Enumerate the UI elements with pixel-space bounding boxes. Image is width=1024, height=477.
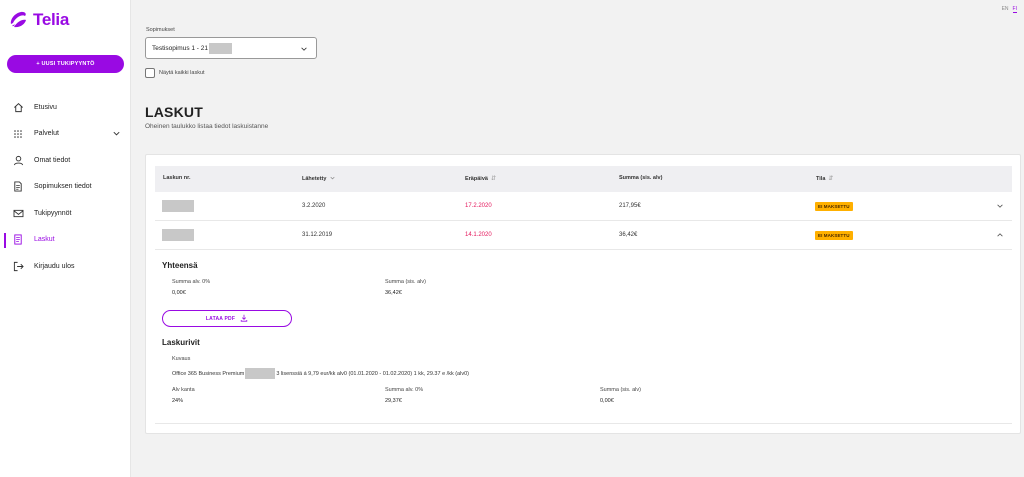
invoice-icon [12, 234, 24, 246]
show-all-invoices-row: Näytä kaikki laskut [145, 68, 205, 78]
sidebar-item-tukipyynnot[interactable]: Tukipyynnöt [0, 200, 131, 227]
header-invoice-number: Laskun nr. [163, 175, 191, 181]
chevron-down-icon[interactable] [112, 129, 121, 140]
contract-selected-value: Testisopimus 1 - 21 [152, 44, 208, 52]
sidebar-item-label: Etusivu [34, 103, 57, 111]
table-header: Laskun nr. Lähetetty Eräpäivä ⇵ Summa (s… [155, 166, 1012, 192]
invoice-lines-title: Laskurivit [162, 338, 200, 347]
page-subtitle: Oheinen taulukko listaa tiedot laskuista… [145, 123, 269, 130]
show-all-invoices-label[interactable]: Näytä kaikki laskut [159, 70, 205, 76]
contract-label: Sopimukset [146, 27, 175, 33]
vat-rate-label: Alv kanta [172, 387, 195, 393]
contract-select[interactable]: Testisopimus 1 - 21 [145, 37, 317, 59]
invoice-card: Laskun nr. Lähetetty Eräpäivä ⇵ Summa (s… [145, 154, 1021, 434]
grid-icon [12, 128, 24, 140]
sidebar-item-label: Sopimuksen tiedot [34, 183, 92, 191]
sidebar-item-etusivu[interactable]: Etusivu [0, 94, 131, 121]
telia-logo[interactable]: Telia [8, 10, 69, 30]
sidebar-item-palvelut[interactable]: Palvelut [0, 121, 131, 148]
document-icon [12, 181, 24, 193]
header-status[interactable]: Tila ⇵ [816, 175, 834, 183]
sidebar-item-label: Kirjaudu ulos [34, 262, 75, 270]
user-icon [12, 154, 24, 166]
redacted-block [209, 42, 232, 54]
cell-sent: 3.2.2020 [302, 203, 326, 209]
sidebar: Telia + UUSI TUKIPYYNTÖ Etusivu Palvelut [0, 0, 131, 477]
cell-due-date: 14.1.2020 [465, 232, 492, 238]
download-icon [240, 314, 248, 324]
total-section-title: Yhteensä [162, 261, 198, 270]
table-row[interactable]: 3.2.2020 17.2.2020 217,95€ EI MAKSETTU [155, 192, 1012, 221]
header-due-date[interactable]: Eräpäivä ⇵ [465, 175, 496, 183]
sum-incl-value: 36,42€ [385, 290, 402, 296]
line-sum-vat0-value: 29,37€ [385, 398, 402, 404]
sort-icon: ⇵ [490, 176, 496, 182]
divider [155, 423, 1012, 424]
header-sum: Summa (sis. alv) [619, 175, 663, 181]
language-switcher: EN FI [1002, 6, 1017, 13]
cell-sent: 31.12.2019 [302, 232, 333, 238]
download-pdf-button[interactable]: LATAA PDF [162, 310, 292, 327]
download-pdf-label: LATAA PDF [205, 315, 236, 322]
redacted-invoice-number [162, 229, 194, 241]
redacted-block [245, 368, 276, 379]
chevron-down-icon [300, 45, 308, 55]
sidebar-item-label: Laskut [34, 236, 55, 244]
brand-name: Telia [33, 10, 69, 29]
header-sent[interactable]: Lähetetty [302, 175, 336, 183]
description-label: Kuvaus [172, 356, 191, 362]
status-badge: EI MAKSETTU [815, 202, 853, 211]
table-row[interactable]: 31.12.2019 14.1.2020 36,42€ EI MAKSETTU [155, 221, 1012, 250]
description-suffix: 3 lisenssiä á 9,79 eur/kk alv0 (01.01.20… [276, 370, 469, 377]
sum-vat0-value: 0,00€ [172, 290, 186, 296]
description-prefix: Office 365 Business Premium [172, 370, 245, 377]
sort-icon: ⇵ [828, 176, 834, 182]
description-value: Office 365 Business Premium 3 lisenssiä … [172, 368, 469, 379]
redacted-invoice-number [162, 200, 194, 212]
sidebar-item-omat-tiedot[interactable]: Omat tiedot [0, 147, 131, 174]
lang-fi[interactable]: FI [1012, 6, 1017, 13]
new-ticket-button[interactable]: + UUSI TUKIPYYNTÖ [7, 55, 124, 73]
sidebar-nav: Etusivu Palvelut Omat tiedot Sopimuksen … [0, 94, 131, 280]
sidebar-item-label: Omat tiedot [34, 156, 71, 164]
cell-sum: 217,95€ [619, 203, 641, 209]
sum-vat0-label: Summa alv. 0% [172, 279, 211, 285]
chevron-up-icon[interactable] [996, 231, 1004, 241]
mail-icon [12, 207, 24, 219]
logout-icon [12, 260, 24, 272]
cell-due-date: 17.2.2020 [465, 203, 492, 209]
line-sum-incl-value: 0,00€ [600, 398, 614, 404]
telia-logo-icon [8, 10, 28, 30]
sidebar-item-label: Palvelut [34, 130, 59, 138]
show-all-invoices-checkbox[interactable] [145, 68, 155, 78]
sidebar-item-laskut[interactable]: Laskut [0, 227, 131, 254]
cell-sum: 36,42€ [619, 232, 638, 238]
sidebar-item-kirjaudu-ulos[interactable]: Kirjaudu ulos [0, 253, 131, 280]
vat-rate-value: 24% [172, 398, 184, 404]
line-sum-vat0-label: Summa alv. 0% [385, 387, 424, 393]
page-title: LASKUT [145, 104, 203, 120]
sidebar-item-sopimuksen-tiedot[interactable]: Sopimuksen tiedot [0, 174, 131, 201]
line-sum-incl-label: Summa (sis. alv) [600, 387, 641, 393]
sum-incl-label: Summa (sis. alv) [385, 279, 426, 285]
sidebar-item-label: Tukipyynnöt [34, 209, 72, 217]
home-icon [12, 101, 24, 113]
status-badge: EI MAKSETTU [815, 231, 853, 240]
chevron-down-icon[interactable] [996, 202, 1004, 212]
lang-en[interactable]: EN [1002, 6, 1009, 13]
chevron-down-icon [329, 175, 336, 183]
